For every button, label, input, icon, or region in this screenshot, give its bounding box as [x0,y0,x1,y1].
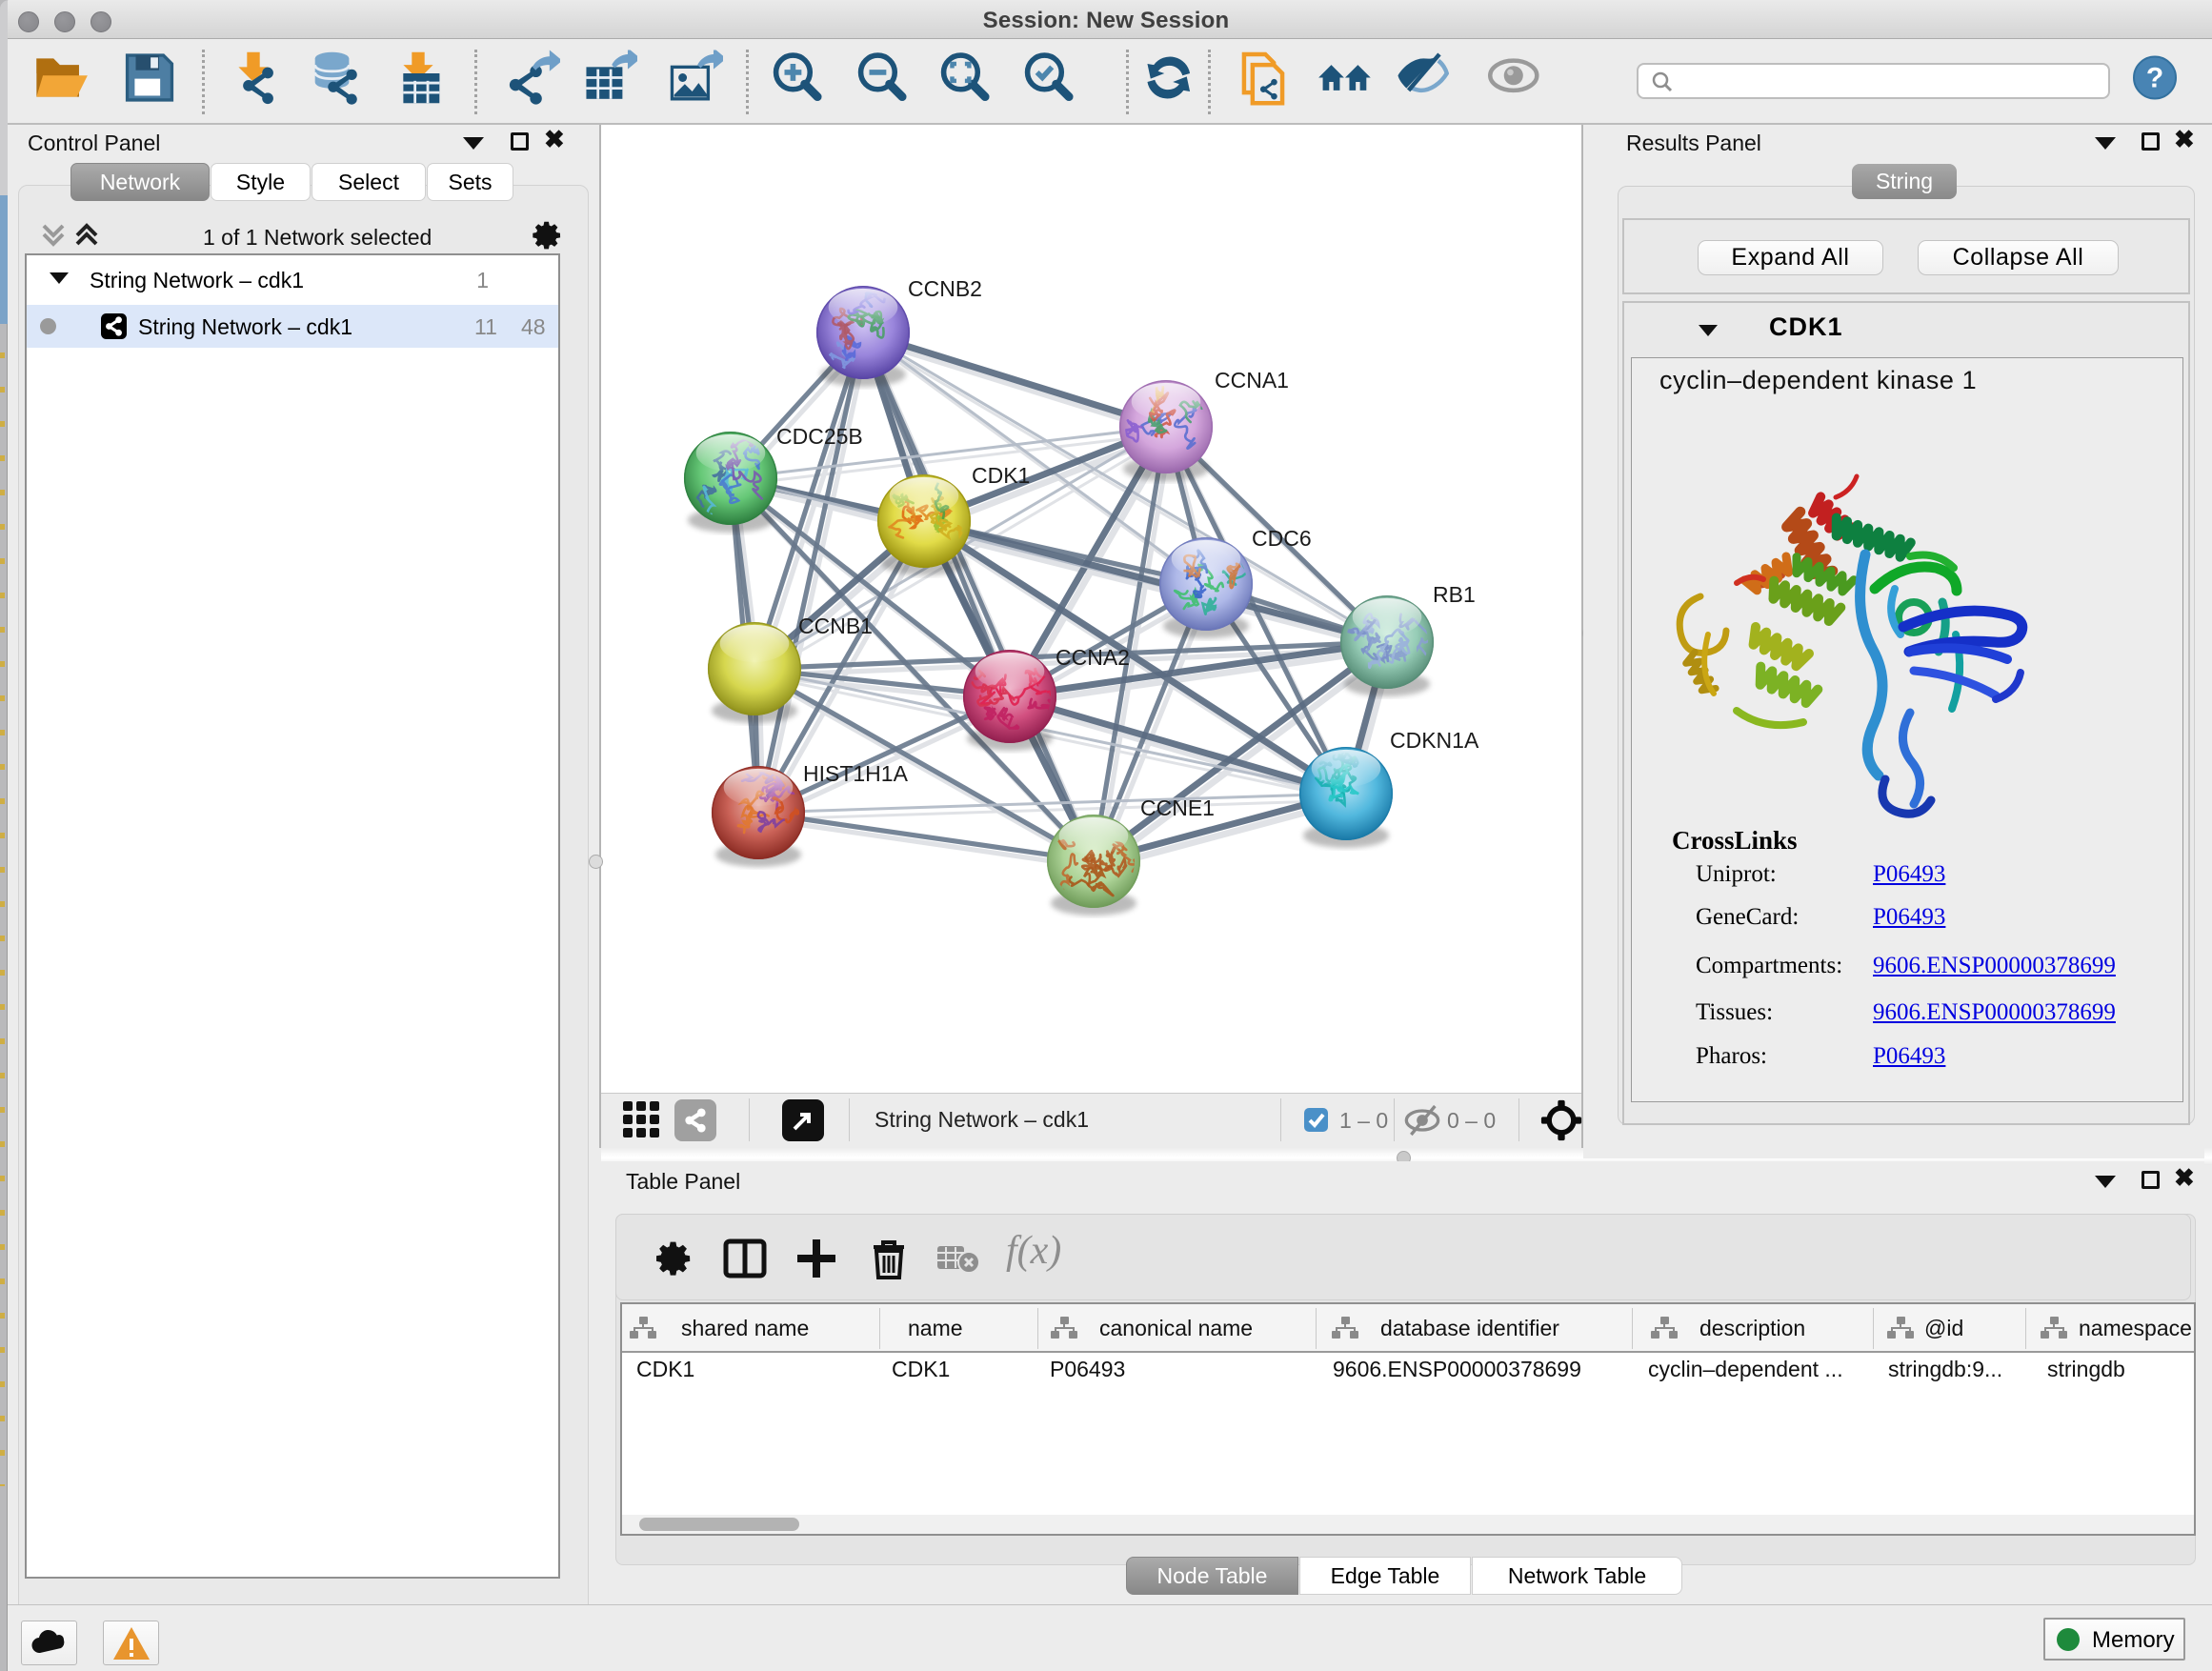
svg-text:CCNA2: CCNA2 [1056,645,1130,670]
svg-text:CCNA1: CCNA1 [1215,368,1289,393]
svg-text:?: ? [2146,63,2163,94]
svg-text:CCNE1: CCNE1 [1140,795,1215,820]
svg-text:CDC6: CDC6 [1252,526,1312,551]
svg-text:CDK1: CDK1 [972,463,1030,488]
svg-text:CCNB1: CCNB1 [798,614,873,638]
svg-text:CDC25B: CDC25B [776,424,863,449]
svg-text:CCNB2: CCNB2 [908,276,982,301]
svg-text:RB1: RB1 [1433,582,1476,607]
svg-text:CDKN1A: CDKN1A [1390,728,1479,753]
svg-text:HIST1H1A: HIST1H1A [803,761,909,786]
svg-text:1 of 1 Network selected: 1 of 1 Network selected [203,225,432,250]
